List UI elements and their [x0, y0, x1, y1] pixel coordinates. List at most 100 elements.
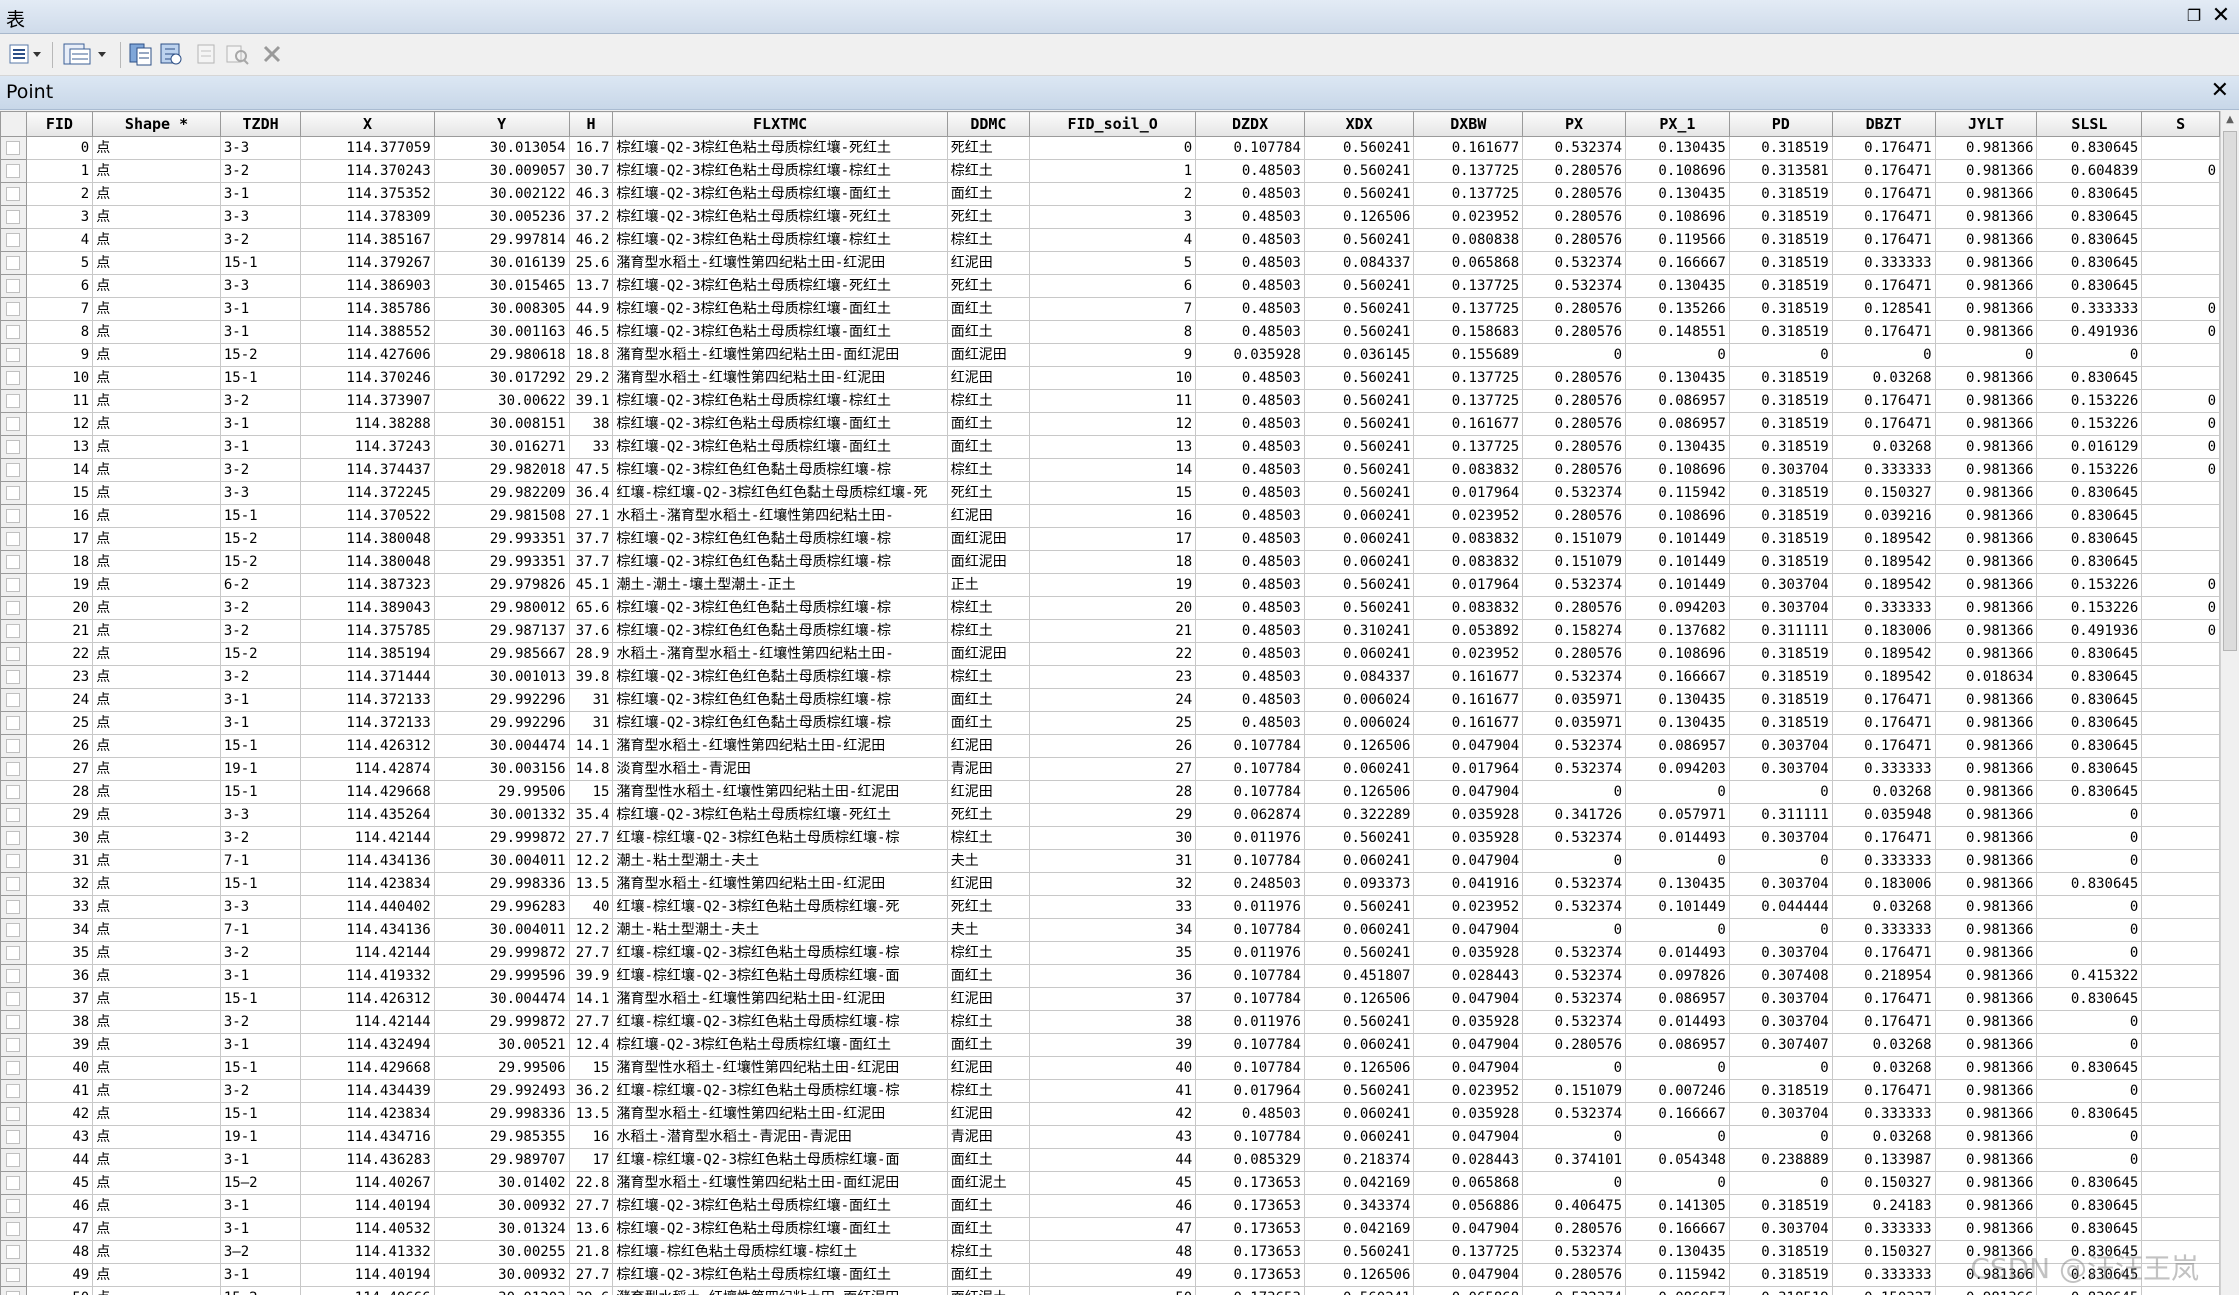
column-header[interactable]: FLXTMC	[612, 111, 948, 137]
table-cell[interactable]: 夫土	[946, 918, 1031, 942]
row-selector[interactable]	[0, 504, 27, 528]
column-header[interactable]: JYLT	[1934, 111, 2038, 137]
table-cell[interactable]: 0.176471	[1831, 274, 1936, 298]
table-cell[interactable]: 0.981366	[1934, 596, 2038, 620]
table-cell[interactable]: 3-1	[219, 320, 302, 344]
table-cell[interactable]: 26	[1029, 734, 1197, 758]
table-cell[interactable]: 0.48503	[1195, 297, 1305, 321]
table-cell[interactable]: 36	[1029, 964, 1197, 988]
table-cell[interactable]: 0.333333	[1831, 458, 1936, 482]
table-cell[interactable]: 27.7	[568, 1263, 614, 1287]
table-cell[interactable]: 0	[1934, 343, 2038, 367]
table-cell[interactable]: 0.035928	[1413, 803, 1524, 827]
table-row[interactable]: 6 点 3-3 114.386903 30.015465 13.7 棕红壤-Q2-3棕红色粘…	[0, 274, 2220, 298]
table-cell[interactable]: 点	[92, 987, 221, 1011]
table-cell[interactable]: 30.7	[568, 159, 614, 183]
table-cell[interactable]: 0.011976	[1195, 941, 1305, 965]
table-cell[interactable]: 0.011976	[1195, 1010, 1305, 1034]
table-cell[interactable]: 潴育型水稻土-红壤性第四纪粘土田-红泥田	[612, 366, 948, 390]
table-cell[interactable]: 33	[568, 435, 614, 459]
table-cell[interactable]: 16	[25, 504, 94, 528]
row-selector-box[interactable]	[6, 601, 21, 615]
table-cell[interactable]: 0.107784	[1195, 964, 1305, 988]
row-selector-box[interactable]	[6, 923, 21, 937]
table-cell[interactable]: 0.280576	[1522, 596, 1626, 620]
row-selector[interactable]	[0, 435, 27, 459]
table-cell[interactable]: 114.380048	[300, 527, 435, 551]
table-cell[interactable]: 29.989707	[433, 1148, 570, 1172]
table-cell[interactable]: 0.333333	[1831, 849, 1936, 873]
table-cell[interactable]: 0.047904	[1413, 1033, 1524, 1057]
table-cell[interactable]: 0.047904	[1413, 1263, 1524, 1287]
table-cell[interactable]: 棕红壤-Q2-3棕红色红色黏土母质棕红壤-棕	[612, 619, 948, 643]
table-cell[interactable]: 点	[92, 458, 221, 482]
table-cell[interactable]: 0.189542	[1831, 573, 1936, 597]
table-cell[interactable]: 0.333333	[1831, 1217, 1936, 1241]
table-cell[interactable]	[2141, 780, 2220, 804]
table-cell[interactable]	[2141, 665, 2220, 689]
table-cell[interactable]: 0.148551	[1625, 320, 1730, 344]
table-cell[interactable]: 0.560241	[1303, 435, 1415, 459]
table-cell[interactable]: 正土	[946, 573, 1031, 597]
table-cell[interactable]: 青泥田	[946, 757, 1031, 781]
table-cell[interactable]: 0	[2141, 389, 2220, 413]
table-cell[interactable]: 0.981366	[1934, 136, 2038, 160]
table-cell[interactable]: 22	[1029, 642, 1197, 666]
table-cell[interactable]: 27.7	[568, 1194, 614, 1218]
table-cell[interactable]: 0.604839	[2036, 159, 2143, 183]
scrollbar-thumb[interactable]	[2223, 131, 2237, 651]
table-cell[interactable]: 0.03268	[1831, 1125, 1936, 1149]
table-cell[interactable]: 0.560241	[1303, 228, 1415, 252]
table-cell[interactable]: 0.03268	[1831, 895, 1936, 919]
table-cell[interactable]: 0	[2141, 320, 2220, 344]
table-cell[interactable]: 49	[1029, 1263, 1197, 1287]
row-selector[interactable]	[0, 182, 27, 206]
row-selector-box[interactable]	[6, 1015, 21, 1029]
table-cell[interactable]: 0.141305	[1625, 1194, 1730, 1218]
row-selector-box[interactable]	[6, 302, 21, 316]
table-cell[interactable]: 29.993351	[433, 527, 570, 551]
table-cell[interactable]: 0.303704	[1728, 872, 1833, 896]
table-cell[interactable]: 棕红土	[946, 458, 1031, 482]
table-cell[interactable]: 棕红壤-Q2-3棕红色粘土母质棕红壤-棕红土	[612, 389, 948, 413]
table-cell[interactable]: 0.307407	[1728, 1033, 1833, 1057]
table-cell[interactable]: 0.017964	[1413, 481, 1524, 505]
table-cell[interactable]: 点	[92, 1148, 221, 1172]
column-header[interactable]: FID	[25, 111, 94, 137]
table-cell[interactable]: 27.7	[568, 1010, 614, 1034]
table-cell[interactable]: 0.415322	[2036, 964, 2143, 988]
table-cell[interactable]: 29.999872	[433, 941, 570, 965]
table-cell[interactable]: 点	[92, 389, 221, 413]
table-cell[interactable]: 13.6	[568, 1217, 614, 1241]
table-row[interactable]: 34 点 7-1 114.434136 30.004011 12.2 潮土-粘土型潮土-夫土…	[0, 918, 2220, 942]
table-cell[interactable]: 3-3	[219, 481, 302, 505]
row-selector[interactable]	[0, 1010, 27, 1034]
table-cell[interactable]: 0.318519	[1728, 711, 1833, 735]
table-cell[interactable]: 0.560241	[1303, 1286, 1415, 1295]
table-cell[interactable]: 3-2	[219, 228, 302, 252]
table-cell[interactable]: 0.126506	[1303, 734, 1415, 758]
table-cell[interactable]: 0.107784	[1195, 849, 1305, 873]
table-cell[interactable]: 0.981366	[1934, 872, 2038, 896]
table-cell[interactable]: 面红土	[946, 297, 1031, 321]
table-cell[interactable]: 0.03268	[1831, 1033, 1936, 1057]
table-cell[interactable]: 23	[25, 665, 94, 689]
table-cell[interactable]: 0.830645	[2036, 665, 2143, 689]
table-cell[interactable]: 0.137725	[1413, 182, 1524, 206]
table-cell[interactable]: 红壤-棕红壤-Q2-3棕红色粘土母质棕红壤-死	[612, 895, 948, 919]
table-cell[interactable]: 0.560241	[1303, 136, 1415, 160]
row-selector-box[interactable]	[6, 1153, 21, 1167]
table-cell[interactable]	[2141, 1033, 2220, 1057]
table-cell[interactable]: 0.060241	[1303, 1102, 1415, 1126]
table-cell[interactable]: 0.981366	[1934, 1079, 2038, 1103]
scroll-up-arrow-icon[interactable]: ▲	[2223, 113, 2237, 127]
table-cell[interactable]: 114.372245	[300, 481, 435, 505]
table-cell[interactable]: 棕红土	[946, 1010, 1031, 1034]
table-cell[interactable]: 0.280576	[1522, 1217, 1626, 1241]
table-cell[interactable]: 0.830645	[2036, 1171, 2143, 1195]
table-cell[interactable]: 37.7	[568, 550, 614, 574]
table-cell[interactable]: 0.016129	[2036, 435, 2143, 459]
table-cell[interactable]: 棕红壤-Q2-3棕红色红色黏土母质棕红壤-棕	[612, 711, 948, 735]
table-cell[interactable]: 40	[1029, 1056, 1197, 1080]
table-cell[interactable]: 0.451807	[1303, 964, 1415, 988]
